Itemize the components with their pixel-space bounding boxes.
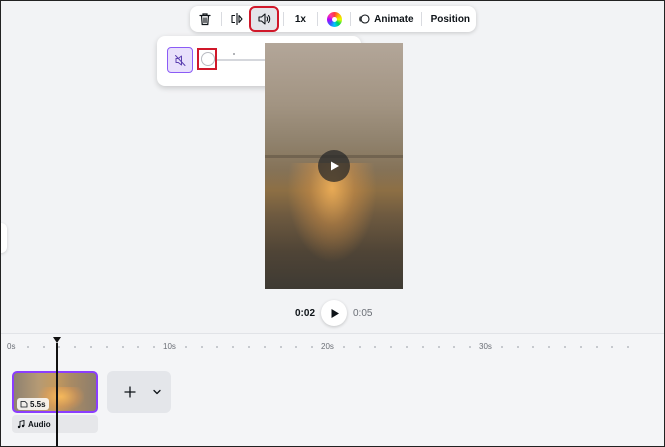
audio-track[interactable]: Audio — [12, 415, 98, 433]
ruler-tick — [295, 346, 298, 348]
side-panel-handle[interactable] — [1, 223, 7, 253]
ruler-tick — [453, 346, 456, 348]
ruler-tick — [579, 346, 582, 348]
music-note-icon — [17, 419, 25, 428]
chevron-down-icon — [153, 389, 161, 395]
playhead-line — [56, 343, 58, 446]
animate-button[interactable]: Animate — [354, 8, 417, 30]
plus-icon — [124, 386, 136, 398]
play-icon — [331, 308, 339, 318]
ruler-tick — [437, 346, 440, 348]
duration-time: 0:05 — [353, 308, 373, 319]
ruler-tick — [90, 346, 92, 348]
volume-slider-tick — [233, 53, 235, 55]
color-wheel-icon — [326, 11, 342, 27]
ruler-tick — [58, 346, 61, 348]
video-play-button[interactable] — [318, 150, 350, 182]
ruler-tick — [611, 346, 614, 348]
ruler-tick — [374, 346, 377, 348]
trash-icon — [199, 13, 211, 26]
ruler-tick — [311, 346, 314, 348]
mute-button[interactable] — [167, 47, 193, 73]
video-preview[interactable] — [265, 43, 403, 289]
ruler-tick — [200, 346, 203, 348]
ruler-tick — [74, 346, 77, 348]
ruler-tick — [153, 346, 156, 348]
ruler-tick — [232, 346, 235, 348]
ruler-label: 10s — [163, 342, 176, 351]
delete-button[interactable] — [192, 8, 218, 30]
ruler-tick — [26, 346, 29, 348]
flip-icon — [231, 13, 243, 25]
color-button[interactable] — [321, 8, 347, 30]
volume-slider-thumb[interactable] — [201, 52, 215, 66]
ruler-tick — [184, 346, 187, 348]
ruler-label: 0s — [7, 342, 16, 351]
toolbar-divider — [420, 12, 422, 26]
add-clip-group — [107, 371, 171, 413]
add-options-button[interactable] — [149, 384, 165, 400]
video-clip[interactable]: 5.5s — [12, 371, 98, 413]
volume-button[interactable] — [248, 6, 279, 32]
flip-button[interactable] — [225, 8, 249, 30]
ruler-tick — [42, 346, 45, 348]
ruler-tick — [105, 346, 108, 348]
volume-slider-thumb-highlight — [197, 48, 217, 70]
playback-controls: 0:02 0:05 — [1, 299, 664, 327]
ruler-tick — [627, 346, 630, 348]
play-button[interactable] — [321, 300, 347, 326]
play-icon — [331, 161, 339, 171]
ruler-label: 20s — [321, 342, 334, 351]
ruler-tick — [137, 346, 140, 348]
timeline: 0s 10s 20s 30s 5.5s Audio — [1, 333, 664, 446]
animate-icon — [359, 14, 370, 24]
ruler-tick — [248, 346, 250, 348]
clip-duration: 5.5s — [30, 399, 46, 409]
ruler-tick — [532, 346, 535, 348]
volume-icon — [258, 13, 270, 25]
toolbar-divider — [350, 12, 352, 26]
toolbar-divider — [282, 12, 284, 26]
audio-label: Audio — [28, 419, 51, 429]
position-button[interactable]: Position — [425, 8, 476, 30]
editor-frame: 1x Animate Position 0:02 0:05 0s 10s 20s… — [0, 0, 665, 447]
toolbar-divider — [317, 12, 319, 26]
ruler-tick — [500, 346, 503, 348]
ruler-tick — [342, 346, 345, 348]
ruler-tick — [548, 346, 551, 348]
ruler-tick — [516, 346, 519, 348]
ruler-tick — [469, 346, 472, 348]
ruler-tick — [216, 346, 219, 348]
ruler-tick — [263, 346, 266, 348]
ruler-tick — [406, 346, 408, 348]
ruler-label: 30s — [479, 342, 492, 351]
toolbar-divider — [220, 12, 222, 26]
ruler-tick — [421, 346, 424, 348]
element-toolbar: 1x Animate Position — [190, 6, 476, 32]
ruler-tick — [564, 346, 566, 348]
ruler-tick — [279, 346, 282, 348]
add-clip-button[interactable] — [118, 380, 142, 404]
ruler-tick — [121, 346, 124, 348]
ruler-tick — [358, 346, 361, 348]
muted-speaker-icon — [174, 54, 185, 66]
clip-duration-badge: 5.5s — [17, 398, 49, 410]
speed-button[interactable]: 1x — [287, 8, 315, 30]
ruler-tick — [595, 346, 598, 348]
ruler-tick — [390, 346, 393, 348]
current-time: 0:02 — [295, 308, 316, 319]
clip-icon — [20, 401, 28, 408]
animate-label: Animate — [374, 13, 414, 25]
canvas-area: 1x Animate Position — [1, 1, 664, 333]
